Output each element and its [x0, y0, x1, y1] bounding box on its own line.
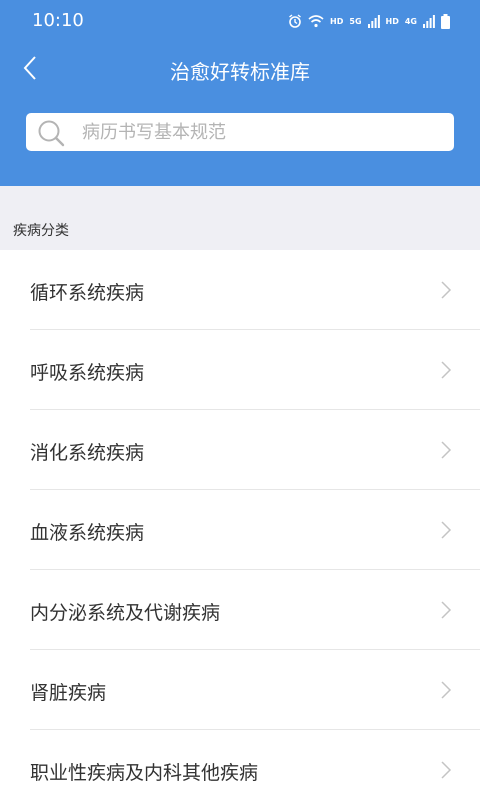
wifi-icon [308, 15, 324, 28]
header: 10:10 HD 5G HD 4G 治愈好转标准库 病历书写基本规范 [0, 0, 480, 186]
status-icons: HD 5G HD 4G [288, 11, 450, 31]
list-item-label: 职业性疾病及内科其他疾病 [30, 762, 259, 784]
battery-icon [441, 13, 450, 29]
list-item-label: 呼吸系统疾病 [30, 362, 145, 384]
list-item-label: 血液系统疾病 [30, 522, 145, 544]
chevron-right-icon [441, 361, 452, 379]
chevron-right-icon [441, 761, 452, 779]
list-item-label: 循环系统疾病 [30, 282, 145, 304]
page-title: 治愈好转标准库 [170, 60, 310, 84]
search-box[interactable] [26, 113, 454, 151]
chevron-right-icon [441, 601, 452, 619]
list-item-label: 内分泌系统及代谢疾病 [30, 602, 221, 624]
search-input[interactable] [82, 113, 442, 151]
list-item-label: 肾脏疾病 [30, 682, 107, 704]
list-item[interactable]: 内分泌系统及代谢疾病 [0, 570, 480, 650]
list-item[interactable]: 消化系统疾病 [0, 410, 480, 490]
alarm-icon [289, 14, 301, 28]
category-list: 循环系统疾病 呼吸系统疾病 消化系统疾病 血液系统疾病 内分泌系统及代谢疾病 肾… [0, 250, 480, 810]
hd-label-2: HD [385, 16, 399, 26]
search-icon [38, 120, 65, 147]
chevron-right-icon [441, 681, 452, 699]
list-item[interactable]: 职业性疾病及内科其他疾病 [0, 730, 480, 810]
nav-bar: 治愈好转标准库 [0, 42, 480, 98]
list-item[interactable]: 呼吸系统疾病 [0, 330, 480, 410]
list-item-label: 消化系统疾病 [30, 442, 145, 464]
network-label-1: 5G [349, 16, 362, 26]
chevron-right-icon [441, 281, 452, 299]
network-label-2: 4G [404, 16, 417, 26]
list-item[interactable]: 血液系统疾病 [0, 490, 480, 570]
hd-label-1: HD [330, 16, 344, 26]
status-time: 10:10 [32, 10, 84, 31]
section-label: 疾病分类 [13, 223, 69, 239]
list-item[interactable]: 循环系统疾病 [0, 250, 480, 330]
chevron-right-icon [441, 521, 452, 539]
signal-icon-1 [367, 15, 380, 28]
chevron-right-icon [441, 441, 452, 459]
signal-icon-2 [423, 15, 435, 28]
list-item[interactable]: 肾脏疾病 [0, 650, 480, 730]
status-bar: 10:10 HD 5G HD 4G [0, 0, 480, 42]
